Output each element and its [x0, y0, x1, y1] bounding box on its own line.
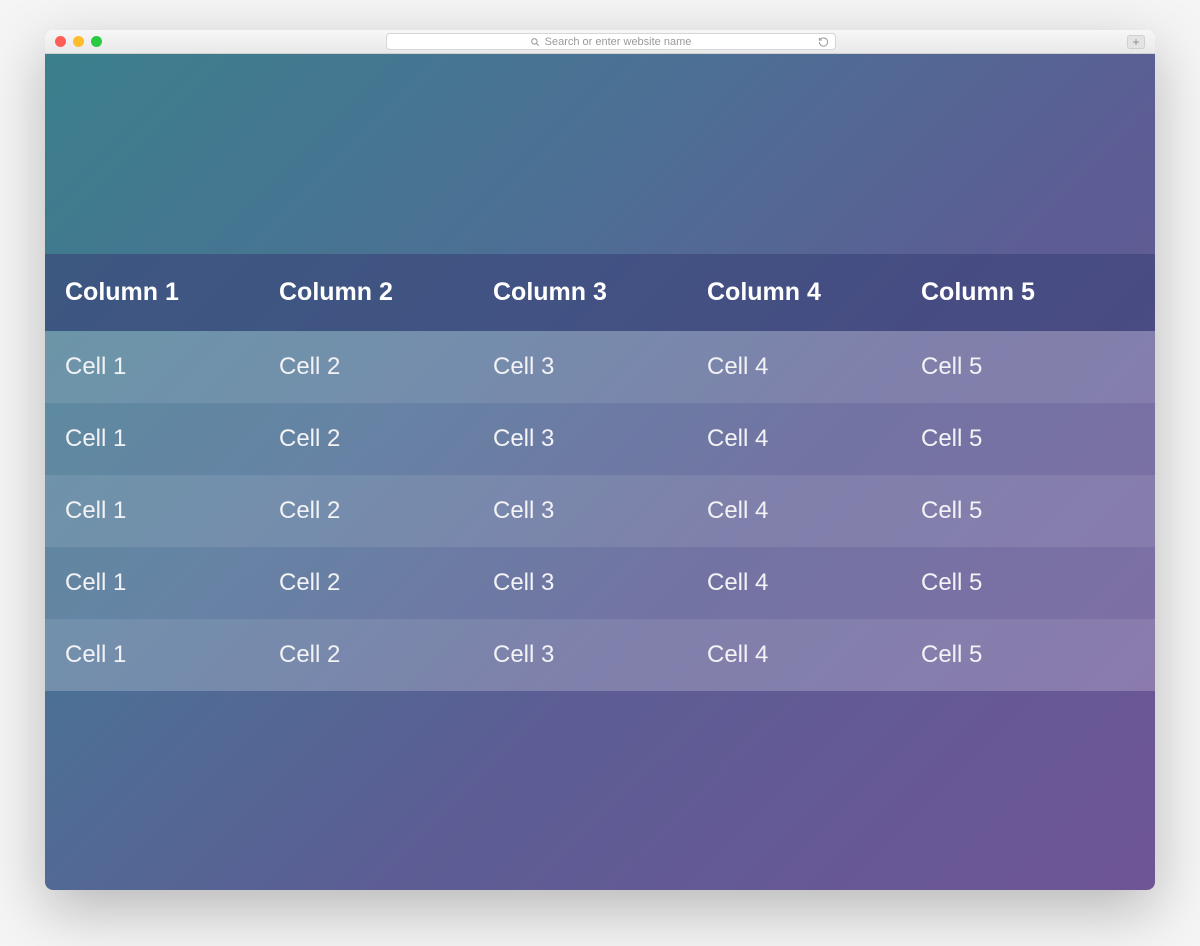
table-cell: Cell 4	[707, 641, 921, 669]
table-cell: Cell 2	[279, 353, 493, 381]
new-tab-button[interactable]: +	[1127, 35, 1145, 49]
table-cell: Cell 1	[65, 497, 279, 525]
table-cell: Cell 2	[279, 569, 493, 597]
window-controls	[55, 36, 102, 47]
table-cell: Cell 4	[707, 497, 921, 525]
table-row: Cell 1 Cell 2 Cell 3 Cell 4 Cell 5	[45, 619, 1155, 691]
page-viewport: Column 1 Column 2 Column 3 Column 4 Colu…	[45, 54, 1155, 890]
table-cell: Cell 1	[65, 353, 279, 381]
table-row: Cell 1 Cell 2 Cell 3 Cell 4 Cell 5	[45, 403, 1155, 475]
table-cell: Cell 3	[493, 425, 707, 453]
address-placeholder: Search or enter website name	[545, 36, 692, 48]
table-cell: Cell 3	[493, 497, 707, 525]
maximize-window-button[interactable]	[91, 36, 102, 47]
table-cell: Cell 5	[921, 641, 1135, 669]
column-header: Column 3	[493, 278, 707, 307]
table-cell: Cell 4	[707, 569, 921, 597]
table-cell: Cell 4	[707, 353, 921, 381]
table-cell: Cell 5	[921, 497, 1135, 525]
close-window-button[interactable]	[55, 36, 66, 47]
reload-icon[interactable]	[818, 36, 829, 47]
plus-icon: +	[1132, 36, 1139, 48]
table-cell: Cell 1	[65, 641, 279, 669]
table-cell: Cell 4	[707, 425, 921, 453]
table-cell: Cell 3	[493, 641, 707, 669]
minimize-window-button[interactable]	[73, 36, 84, 47]
table-header-row: Column 1 Column 2 Column 3 Column 4 Colu…	[45, 254, 1155, 331]
browser-window: Search or enter website name + Column 1 …	[45, 30, 1155, 890]
column-header: Column 1	[65, 278, 279, 307]
table-cell: Cell 2	[279, 641, 493, 669]
table-body: Cell 1 Cell 2 Cell 3 Cell 4 Cell 5 Cell …	[45, 331, 1155, 691]
table-row: Cell 1 Cell 2 Cell 3 Cell 4 Cell 5	[45, 331, 1155, 403]
browser-chrome: Search or enter website name +	[45, 30, 1155, 54]
table-cell: Cell 1	[65, 425, 279, 453]
address-bar-container: Search or enter website name	[102, 33, 1119, 50]
column-header: Column 4	[707, 278, 921, 307]
search-icon	[530, 37, 540, 47]
table-row: Cell 1 Cell 2 Cell 3 Cell 4 Cell 5	[45, 547, 1155, 619]
column-header: Column 2	[279, 278, 493, 307]
table-cell: Cell 1	[65, 569, 279, 597]
table-cell: Cell 5	[921, 353, 1135, 381]
data-table: Column 1 Column 2 Column 3 Column 4 Colu…	[45, 254, 1155, 691]
table-cell: Cell 3	[493, 353, 707, 381]
table-cell: Cell 5	[921, 425, 1135, 453]
table-row: Cell 1 Cell 2 Cell 3 Cell 4 Cell 5	[45, 475, 1155, 547]
table-cell: Cell 3	[493, 569, 707, 597]
address-bar[interactable]: Search or enter website name	[386, 33, 836, 50]
table-cell: Cell 2	[279, 425, 493, 453]
table-cell: Cell 2	[279, 497, 493, 525]
column-header: Column 5	[921, 278, 1135, 307]
table-cell: Cell 5	[921, 569, 1135, 597]
